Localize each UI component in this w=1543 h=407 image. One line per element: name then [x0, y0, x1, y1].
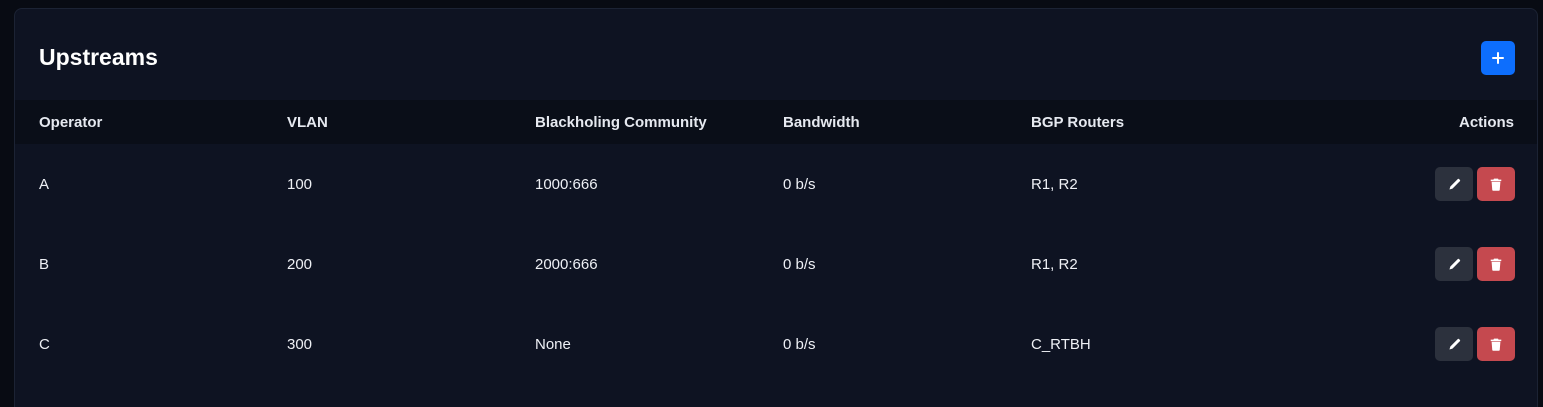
cell-routers: R1, R2	[1031, 255, 1078, 273]
add-upstream-button[interactable]	[1481, 41, 1515, 75]
pencil-icon	[1448, 258, 1461, 271]
cell-operator: C	[39, 335, 50, 353]
cell-actions	[1255, 144, 1537, 224]
delete-button[interactable]	[1477, 247, 1515, 281]
plus-icon	[1492, 52, 1504, 64]
cell-actions	[1255, 224, 1537, 304]
column-header-operator: Operator	[39, 113, 103, 131]
cell-community: 2000:666	[535, 255, 598, 273]
trash-icon	[1490, 258, 1502, 271]
cell-routers: R1, R2	[1031, 175, 1078, 193]
delete-button[interactable]	[1477, 327, 1515, 361]
cell-vlan: 100	[287, 175, 313, 193]
column-header-routers: BGP Routers	[1031, 113, 1125, 131]
cell-operator: B	[39, 255, 50, 273]
delete-button[interactable]	[1477, 167, 1515, 201]
pencil-icon	[1448, 338, 1461, 351]
column-header-vlan: VLAN	[287, 113, 328, 131]
upstreams-card: Upstreams Operator VLAN Blackholing Comm…	[14, 8, 1538, 407]
table-header-row: Operator VLAN Blackholing Community Band…	[15, 100, 1537, 144]
card-header: Upstreams	[15, 9, 1537, 101]
column-header-actions: Actions	[1458, 113, 1514, 131]
cell-routers: C_RTBH	[1031, 335, 1091, 353]
cell-vlan: 300	[287, 335, 313, 353]
pencil-icon	[1448, 178, 1461, 191]
table-row: C 300 None 0 b/s C_RTBH	[15, 304, 1537, 384]
cell-vlan: 200	[287, 255, 313, 273]
cell-actions	[1255, 304, 1537, 384]
cell-operator: A	[39, 175, 50, 193]
edit-button[interactable]	[1435, 247, 1473, 281]
cell-bandwidth: 0 b/s	[783, 175, 816, 193]
page-title: Upstreams	[39, 44, 158, 70]
edit-button[interactable]	[1435, 167, 1473, 201]
column-header-bandwidth: Bandwidth	[783, 113, 860, 131]
trash-icon	[1490, 178, 1502, 191]
cell-community: 1000:666	[535, 175, 598, 193]
column-header-community: Blackholing Community	[535, 113, 707, 131]
upstreams-table: Operator VLAN Blackholing Community Band…	[15, 100, 1537, 384]
cell-community: None	[535, 335, 571, 353]
table-row: B 200 2000:666 0 b/s R1, R2	[15, 224, 1537, 304]
cell-bandwidth: 0 b/s	[783, 335, 816, 353]
table-row: A 100 1000:666 0 b/s R1, R2	[15, 144, 1537, 224]
cell-bandwidth: 0 b/s	[783, 255, 816, 273]
trash-icon	[1490, 338, 1502, 351]
edit-button[interactable]	[1435, 327, 1473, 361]
